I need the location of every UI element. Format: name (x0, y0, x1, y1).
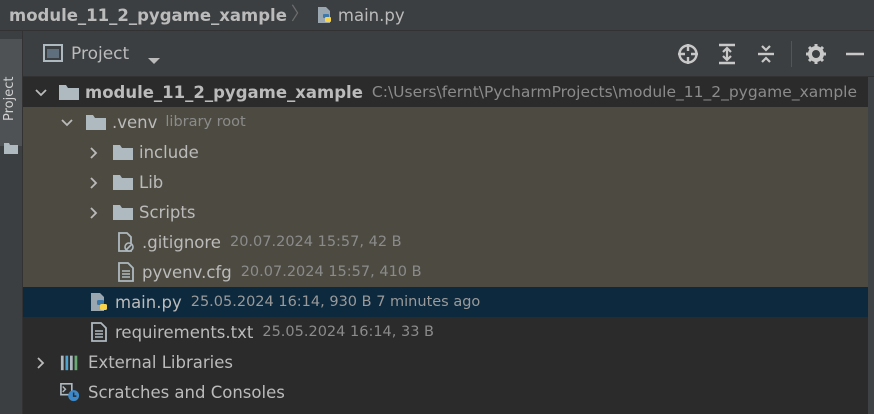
tool-window-strip: Project (0, 31, 23, 414)
tree-item-label: .venv (112, 112, 158, 132)
folder-icon (59, 82, 79, 102)
config-file-icon (116, 262, 136, 282)
tree-item-label: External Libraries (88, 352, 233, 372)
tree-row-gitignore[interactable]: .gitignore 20.07.2024 15:57, 42 B (23, 227, 868, 257)
tree-row-venv[interactable]: .venv library root (23, 107, 868, 137)
expand-all-icon[interactable] (716, 43, 738, 65)
file-meta: 20.07.2024 15:57, 410 B (240, 264, 422, 280)
navigation-bar: module_11_2_pygame_xample 〉 main.py (0, 0, 874, 31)
tree-item-label: Scripts (139, 202, 196, 222)
tree-row-requirements[interactable]: requirements.txt 25.05.2024 16:14, 33 B (23, 317, 868, 347)
chevron-down-icon[interactable] (147, 50, 161, 69)
tree-item-label: main.py (115, 292, 182, 312)
tree-item-label: Scratches and Consoles (88, 382, 285, 402)
locate-icon[interactable] (677, 43, 699, 65)
chevron-right-icon[interactable] (87, 175, 101, 189)
project-tool-window-tab[interactable]: Project (0, 39, 22, 154)
breadcrumb-file[interactable]: main.py (338, 6, 405, 25)
chevron-right-icon[interactable] (34, 355, 48, 369)
tree-row-main-py[interactable]: main.py 25.05.2024 16:14, 930 B 7 minute… (23, 287, 868, 317)
folder-icon (4, 139, 18, 158)
python-file-icon (315, 6, 333, 24)
tree-row-external-libraries[interactable]: External Libraries (23, 347, 868, 377)
tree-row-include[interactable]: include (23, 137, 868, 167)
tree-item-label: .gitignore (142, 232, 221, 252)
chevron-right-icon[interactable] (87, 205, 101, 219)
chevron-down-icon[interactable] (60, 115, 74, 129)
folder-icon (113, 202, 133, 222)
text-file-icon (89, 322, 109, 342)
breadcrumb-separator-icon: 〉 (290, 4, 309, 25)
file-meta: 25.05.2024 16:14, 930 B 7 minutes ago (190, 294, 481, 310)
tree-item-label: pyvenv.cfg (142, 262, 232, 282)
tree-item-label: requirements.txt (115, 322, 254, 342)
tree-row-scratches[interactable]: Scratches and Consoles (23, 377, 868, 407)
breadcrumb-project[interactable]: module_11_2_pygame_xample (9, 6, 287, 25)
scratches-icon (60, 382, 80, 402)
ignored-file-icon (116, 232, 136, 252)
file-meta: 20.07.2024 15:57, 42 B (229, 234, 402, 250)
folder-icon (113, 142, 133, 162)
project-path: C:\Users\fernt\PycharmProjects\module_11… (371, 83, 858, 101)
project-tab-label: Project (2, 76, 17, 121)
tree-row-root[interactable]: module_11_2_pygame_xample C:\Users\fernt… (23, 77, 868, 107)
toolbar-divider (791, 41, 792, 67)
chevron-down-icon[interactable] (34, 85, 48, 99)
tree-row-pyvenv[interactable]: pyvenv.cfg 20.07.2024 15:57, 410 B (23, 257, 868, 287)
library-icon (60, 352, 80, 372)
tree-item-label: module_11_2_pygame_xample (85, 82, 363, 102)
project-tree: module_11_2_pygame_xample C:\Users\fernt… (23, 77, 868, 414)
gear-icon[interactable] (805, 43, 827, 65)
tree-row-scripts[interactable]: Scripts (23, 197, 868, 227)
folder-icon (86, 112, 106, 132)
tree-row-lib[interactable]: Lib (23, 167, 868, 197)
library-root-hint: library root (165, 114, 246, 130)
file-meta: 25.05.2024 16:14, 33 B (262, 324, 435, 340)
folder-icon (113, 172, 133, 192)
view-selector-label[interactable]: Project (71, 44, 129, 64)
minimize-icon[interactable] (844, 43, 866, 65)
project-tool-window-header: Project (23, 31, 874, 77)
chevron-right-icon[interactable] (87, 145, 101, 159)
python-file-icon (89, 292, 109, 312)
tree-item-label: Lib (139, 172, 164, 192)
collapse-all-icon[interactable] (755, 43, 777, 65)
tree-item-label: include (139, 142, 199, 162)
project-view-icon (43, 44, 63, 66)
vertical-scrollbar[interactable] (868, 77, 874, 414)
